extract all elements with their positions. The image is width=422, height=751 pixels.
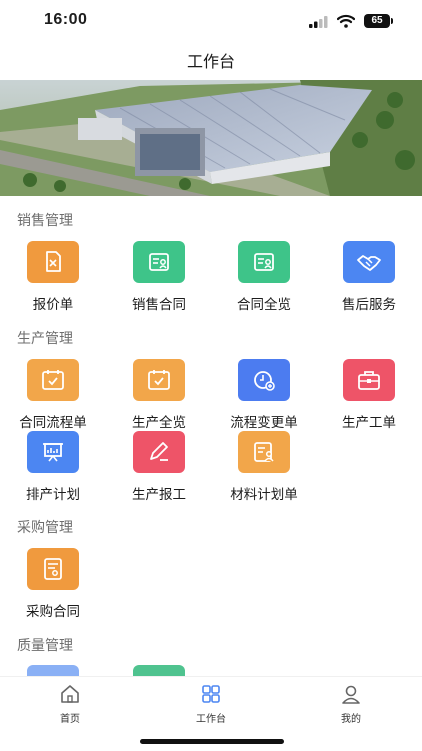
status-time: 16:00 (44, 11, 88, 28)
cellular-signal-icon (309, 16, 328, 28)
menu-item-label: 生产全览 (132, 415, 186, 431)
tab-label: 首页 (60, 714, 80, 725)
status-bar: 16:00 65 (0, 0, 422, 44)
menu-item-label: 采购合同 (26, 604, 80, 620)
menu-item-production-report[interactable]: 生产报工 (106, 431, 212, 503)
menu-item-production-overview[interactable]: 生产全览 (106, 359, 212, 431)
menu-item-label: 合同流程单 (19, 415, 87, 431)
menu-item-contract-flow[interactable]: 合同流程单 (0, 359, 106, 431)
certificate-icon (27, 548, 79, 590)
menu-item-flow-change[interactable]: 流程变更单 (211, 359, 317, 431)
tab-workbench[interactable]: 工作台 (171, 683, 251, 725)
pen-icon (133, 431, 185, 473)
chart-board-icon (27, 431, 79, 473)
battery-tip (391, 18, 393, 24)
quote-icon (27, 241, 79, 283)
tab-mine[interactable]: 我的 (311, 683, 391, 725)
contract-icon (133, 241, 185, 283)
calendar-check-icon (133, 359, 185, 401)
home-indicator (140, 739, 284, 744)
menu-item-label: 生产报工 (132, 487, 186, 503)
menu-item-schedule-plan[interactable]: 排产计划 (0, 431, 106, 503)
handshake-icon (343, 241, 395, 283)
battery-icon: 65 (364, 14, 390, 28)
menu-item-quote[interactable]: 报价单 (0, 241, 106, 313)
user-icon (342, 685, 360, 704)
battery-level: 65 (371, 15, 383, 26)
section-title-purchase: 采购管理 (17, 520, 73, 536)
clock-add-icon (238, 359, 290, 401)
document-user-icon (238, 431, 290, 473)
grid-icon (202, 685, 220, 703)
menu-item-label: 报价单 (32, 297, 74, 313)
menu-item-label: 材料计划单 (230, 487, 298, 503)
menu-item-label: 合同全览 (237, 297, 291, 313)
wifi-icon (337, 14, 355, 28)
section-title-sales: 销售管理 (17, 213, 73, 229)
home-icon (61, 685, 79, 703)
menu-item-after-sales[interactable]: 售后服务 (316, 241, 422, 313)
menu-item-contract-overview[interactable]: 合同全览 (211, 241, 317, 313)
tab-label: 我的 (341, 714, 361, 725)
menu-item-sales-contract[interactable]: 销售合同 (106, 241, 212, 313)
menu-item-purchase-contract[interactable]: 采购合同 (0, 548, 106, 620)
menu-item-label: 生产工单 (342, 415, 396, 431)
tab-home[interactable]: 首页 (30, 683, 110, 725)
menu-item-label: 销售合同 (132, 297, 186, 313)
briefcase-icon (343, 359, 395, 401)
menu-item-label: 流程变更单 (230, 415, 298, 431)
tab-label: 工作台 (196, 714, 226, 725)
calendar-check-icon (27, 359, 79, 401)
menu-item-label: 售后服务 (342, 297, 396, 313)
menu-item-label: 排产计划 (26, 487, 80, 503)
page-title: 工作台 (186, 52, 235, 71)
section-title-quality: 质量管理 (17, 638, 73, 654)
banner-image (0, 80, 422, 196)
section-title-production: 生产管理 (17, 331, 73, 347)
menu-item-work-order[interactable]: 生产工单 (316, 359, 422, 431)
menu-item-material-plan[interactable]: 材料计划单 (211, 431, 317, 503)
contract-overview-icon (238, 241, 290, 283)
